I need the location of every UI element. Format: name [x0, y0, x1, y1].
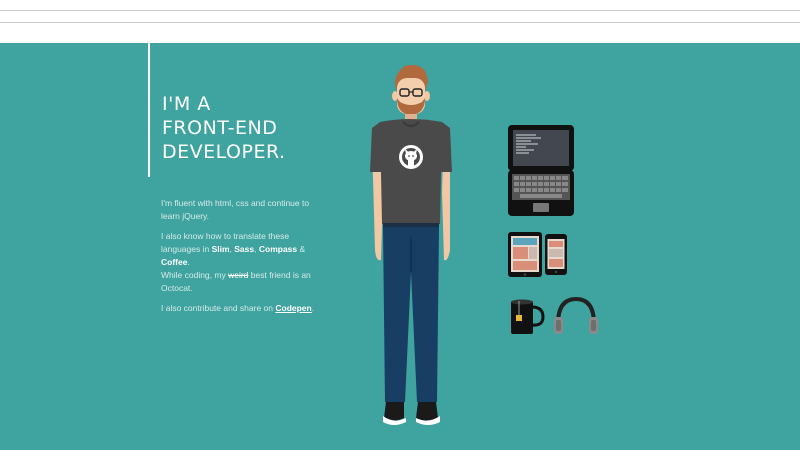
text: & — [297, 244, 306, 254]
skill-coffee: Coffee — [161, 257, 188, 267]
intro-paragraph: I'm fluent with html, css and continue t… — [161, 198, 310, 221]
laptop-icon — [508, 125, 574, 216]
phone-icon — [545, 234, 567, 275]
hero-section: I'M A FRONT-END DEVELOPER. I'm fluent wi… — [0, 43, 800, 450]
top-bar — [0, 0, 800, 43]
headphones-icon — [554, 296, 598, 334]
intro-paragraph: I also contribute and share on Codepen. — [161, 302, 321, 315]
mug-icon — [511, 299, 545, 334]
text: . — [311, 303, 315, 313]
text: While coding, my — [161, 270, 229, 280]
page-title: I'M A FRONT-END DEVELOPER. — [162, 92, 286, 164]
headline-line: FRONT-END — [162, 117, 278, 139]
intro-paragraph: I also know how to translate these langu… — [161, 230, 321, 295]
headline-line: I'M A — [162, 93, 211, 115]
top-rule — [0, 10, 800, 11]
accent-divider — [148, 43, 150, 177]
headline-line: DEVELOPER. — [162, 141, 286, 163]
skill-compass: Compass — [258, 244, 298, 254]
skill-sass: Sass — [234, 244, 255, 254]
struck-word: weird — [228, 270, 249, 280]
intro-copy: I'm fluent with html, css and continue t… — [161, 197, 321, 322]
top-rule — [0, 22, 800, 23]
codepen-link[interactable]: Codepen — [275, 303, 311, 313]
text: I also contribute and share on — [161, 303, 276, 313]
text: . — [187, 257, 190, 267]
octocat-icon — [399, 145, 423, 169]
developer-illustration — [370, 64, 452, 425]
tablet-icon — [508, 232, 542, 277]
skill-slim: Slim — [211, 244, 230, 254]
